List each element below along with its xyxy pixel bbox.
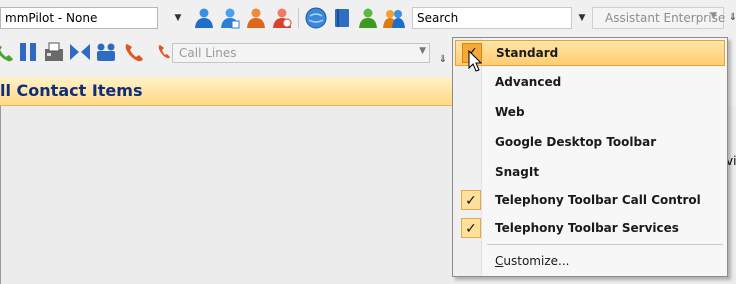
globe-icon[interactable] bbox=[304, 6, 328, 30]
menu-item-google-desktop-toolbar[interactable]: Google Desktop Toolbar bbox=[455, 130, 725, 156]
search-select[interactable]: Search bbox=[412, 7, 572, 29]
search-dropdown-button[interactable]: ▼ bbox=[574, 7, 590, 29]
people-icon[interactable] bbox=[382, 6, 406, 30]
menu-item-label: Advanced bbox=[495, 75, 562, 89]
assistant-dropdown-arrow-icon: ▼ bbox=[710, 11, 717, 21]
menu-item-label: Google Desktop Toolbar bbox=[495, 135, 657, 149]
toolbar-row-1: mmPilot - None ▼ Search ▼ Assistant Ente… bbox=[0, 0, 736, 34]
contact-items-title: ll Contact Items bbox=[0, 81, 143, 100]
transfer-icon[interactable] bbox=[68, 40, 92, 64]
menu-item-snagit[interactable]: SnagIt bbox=[455, 160, 725, 186]
menu-item-label: Standard bbox=[496, 46, 559, 60]
toolbar-customize-menu: ✓ Standard Advanced Web Google Desktop T… bbox=[452, 37, 728, 277]
person-red-icon[interactable] bbox=[270, 6, 294, 30]
menu-item-standard[interactable]: ✓ Standard bbox=[455, 40, 725, 66]
commpilot-select[interactable]: mmPilot - None bbox=[0, 7, 158, 29]
commpilot-dropdown-button[interactable]: ▼ bbox=[170, 7, 186, 29]
toolbar2-overflow-button[interactable]: ⇓ bbox=[436, 54, 450, 74]
menu-item-telephony-call-control[interactable]: ✓ Telephony Toolbar Call Control bbox=[455, 188, 725, 214]
check-icon: ✓ bbox=[461, 218, 481, 238]
call-lines-select[interactable]: Call Lines ▼ bbox=[158, 43, 430, 63]
contact-items-header: ll Contact Items bbox=[0, 77, 460, 106]
person-blue-2-icon[interactable] bbox=[218, 6, 242, 30]
person-orange-icon[interactable] bbox=[244, 6, 268, 30]
mouse-pointer-icon bbox=[468, 49, 484, 74]
check-icon: ✓ bbox=[461, 190, 481, 210]
menu-item-customize[interactable]: Customize... bbox=[455, 249, 725, 275]
menu-separator bbox=[487, 244, 723, 245]
person-blue-icon[interactable] bbox=[192, 6, 216, 30]
conference-icon[interactable] bbox=[94, 40, 118, 64]
toolbar-overflow-button[interactable]: ⇓ bbox=[726, 12, 736, 32]
assistant-select[interactable]: Assistant Enterprise ▼ bbox=[592, 7, 726, 29]
commpilot-select-value: mmPilot - None bbox=[5, 11, 98, 25]
pause-icon[interactable] bbox=[16, 40, 40, 64]
fax-icon[interactable] bbox=[42, 40, 66, 64]
menu-item-advanced[interactable]: Advanced bbox=[455, 70, 725, 96]
assistant-select-value: Assistant Enterprise bbox=[605, 11, 726, 25]
menu-item-label: Telephony Toolbar Services bbox=[495, 221, 679, 235]
call-lines-dropdown-arrow-icon: ▼ bbox=[419, 46, 426, 56]
search-select-value: Search bbox=[417, 11, 459, 25]
phone-red-icon[interactable] bbox=[122, 40, 146, 64]
call-lines-phone-icon bbox=[157, 42, 171, 62]
menu-item-web[interactable]: Web bbox=[455, 100, 725, 126]
menu-item-label: Customize... bbox=[495, 254, 570, 268]
book-icon[interactable] bbox=[330, 6, 354, 30]
toolbar-separator bbox=[298, 8, 299, 28]
phone-green-icon[interactable] bbox=[0, 40, 16, 64]
person-green-icon[interactable] bbox=[356, 6, 380, 30]
menu-item-label: SnagIt bbox=[495, 165, 540, 179]
menu-item-telephony-services[interactable]: ✓ Telephony Toolbar Services bbox=[455, 216, 725, 242]
call-lines-placeholder: Call Lines bbox=[179, 46, 237, 60]
menu-item-label: Web bbox=[495, 105, 525, 119]
menu-item-label: Telephony Toolbar Call Control bbox=[495, 193, 701, 207]
